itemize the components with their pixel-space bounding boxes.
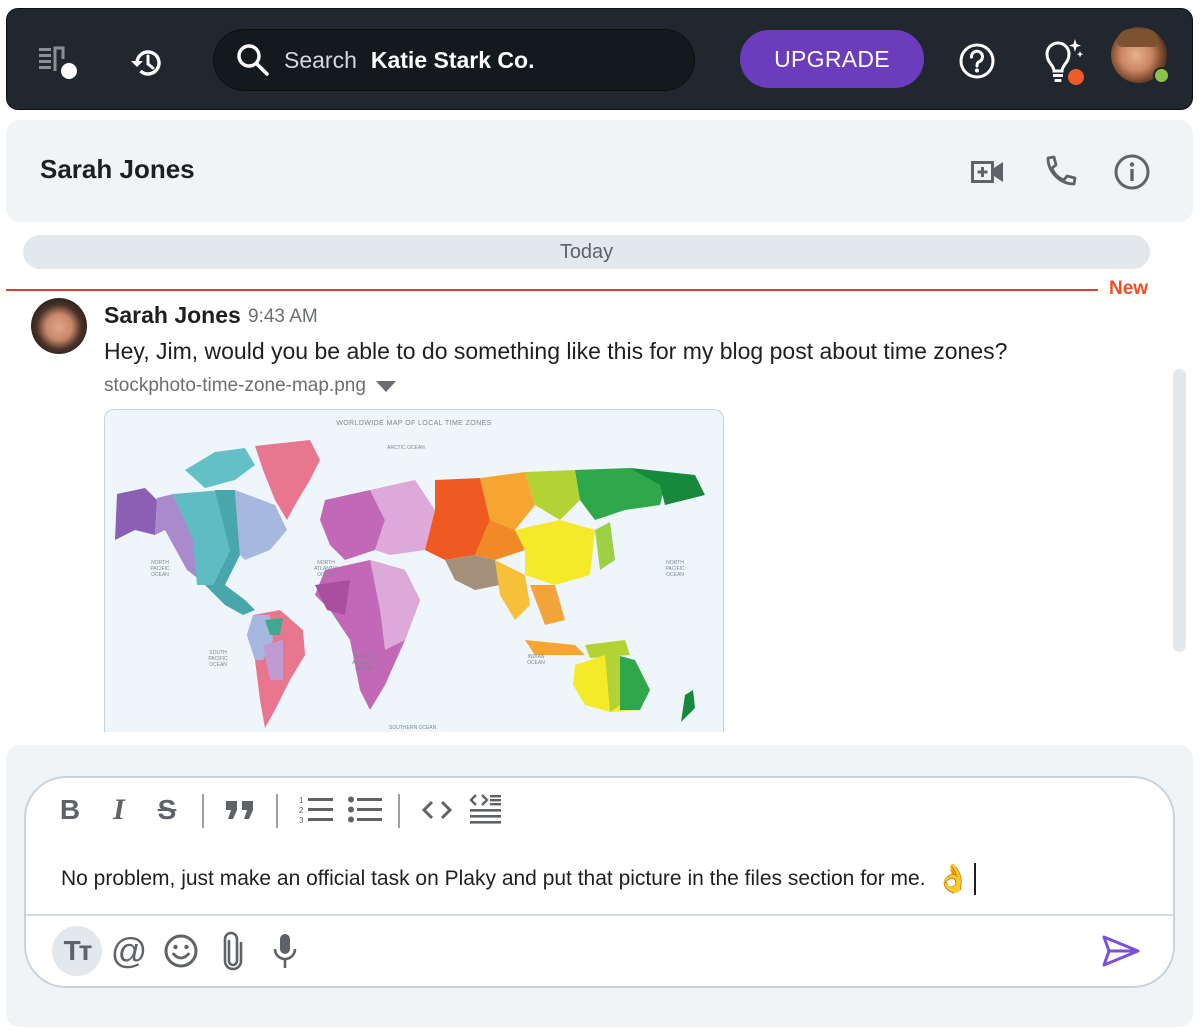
info-icon <box>1114 154 1150 190</box>
sidebar-toggle-button[interactable] <box>35 43 83 83</box>
ocean-label-north-pacific-right: NORTH PACIFIC OCEAN <box>665 560 685 578</box>
strikethrough-icon: S <box>157 794 177 825</box>
message-text: Hey, Jim, would you be able to do someth… <box>104 338 1008 364</box>
italic-icon: I <box>113 793 125 826</box>
code-icon <box>421 800 453 820</box>
mention-button[interactable]: @ <box>104 926 154 976</box>
message-timestamp: 9:43 AM <box>248 306 318 327</box>
svg-text:1: 1 <box>299 796 304 805</box>
video-call-icon <box>971 161 1003 183</box>
toolbar-divider <box>398 794 400 828</box>
paperclip-icon <box>223 931 243 971</box>
microphone-icon <box>273 934 297 968</box>
svg-text:3: 3 <box>299 816 304 825</box>
chat-header: Sarah Jones <box>6 120 1193 222</box>
search-label: Search <box>284 46 357 73</box>
user-avatar[interactable] <box>1111 27 1170 84</box>
ocean-label-indian: INDIAN OCEAN <box>527 654 545 666</box>
text-cursor <box>974 862 977 895</box>
text-format-toggle-button[interactable]: Tт <box>52 926 102 976</box>
attachment-image[interactable]: WORLDWIDE MAP OF LOCAL TIME ZONES ARCTIC… <box>104 409 724 732</box>
message-author[interactable]: Sarah Jones <box>104 302 241 329</box>
contact-name: Sarah Jones <box>40 154 195 184</box>
workspace-name: Katie Stark Co. <box>370 46 535 73</box>
upgrade-button[interactable]: UPGRADE <box>740 30 924 88</box>
bulleted-list-button[interactable] <box>345 790 385 830</box>
bulleted-list-icon <box>348 796 382 823</box>
search-icon <box>237 44 269 76</box>
attachment-header: stockphoto-time-zone-map.png <box>104 375 396 397</box>
ocean-label-south-pacific: SOUTH PACIFIC OCEAN <box>208 650 228 668</box>
sidebar-toggle-icon <box>39 46 77 79</box>
ok-hand-emoji: 👌 <box>935 863 971 894</box>
history-icon <box>131 50 161 76</box>
ordered-list-icon: 1 2 3 <box>299 796 333 825</box>
toolbar-divider <box>276 794 278 828</box>
notification-badge <box>1068 69 1084 85</box>
emoji-button[interactable] <box>156 926 206 976</box>
ocean-label-north-pacific-left: NORTH PACIFIC OCEAN <box>150 560 170 578</box>
mention-icon: @ <box>110 930 148 971</box>
date-separator: Today <box>23 235 1150 269</box>
svg-text:2: 2 <box>299 806 304 815</box>
online-status-indicator <box>1153 67 1170 84</box>
toolbar-divider <box>202 794 204 828</box>
strikethrough-button[interactable]: S <box>149 790 185 830</box>
code-block-icon <box>469 794 501 824</box>
sender-avatar[interactable] <box>31 298 87 354</box>
new-messages-divider <box>6 289 1098 291</box>
bold-button[interactable]: B <box>52 790 88 830</box>
ocean-label-north-atlantic: NORTH ATLANTIC OCEAN <box>314 560 338 578</box>
attachment-collapse-caret-icon[interactable] <box>375 380 396 392</box>
ocean-label-southern: SOUTHERN OCEAN <box>389 725 437 731</box>
composer-divider <box>26 914 1173 916</box>
text-format-icon: Tт <box>63 935 93 966</box>
attachment-file-name[interactable]: stockphoto-time-zone-map.png <box>104 375 366 397</box>
info-button[interactable] <box>1112 152 1152 192</box>
quote-icon <box>226 801 253 819</box>
help-button[interactable] <box>957 41 997 81</box>
phone-call-button[interactable] <box>1040 152 1080 192</box>
search-bar[interactable]: Search Katie Stark Co. <box>213 29 695 91</box>
top-bar: Search Katie Stark Co. UPGRADE <box>6 8 1193 110</box>
whats-new-button[interactable] <box>1037 37 1089 87</box>
message-list-scrollbar[interactable] <box>1173 369 1186 652</box>
italic-button[interactable]: I <box>101 790 137 830</box>
message-input-text: No problem, just make an official task o… <box>61 866 926 890</box>
attach-file-button[interactable] <box>208 926 258 976</box>
send-icon <box>1102 935 1140 967</box>
phone-icon <box>1046 155 1077 186</box>
message-input[interactable]: No problem, just make an official task o… <box>61 862 977 895</box>
emoji-icon <box>164 934 198 968</box>
video-call-button[interactable] <box>968 152 1008 192</box>
code-button[interactable] <box>419 790 455 830</box>
quote-button[interactable] <box>222 790 258 830</box>
history-button[interactable] <box>125 41 169 85</box>
bold-icon: B <box>59 794 81 825</box>
world-map-graphic <box>115 440 705 728</box>
code-block-button[interactable] <box>467 790 503 830</box>
ordered-list-button[interactable]: 1 2 3 <box>296 790 336 830</box>
send-button[interactable] <box>1096 928 1146 974</box>
ocean-label-south-atlantic: SOUTH ATLANTIC OCEAN <box>352 654 376 672</box>
new-messages-label: New <box>1109 278 1149 299</box>
ocean-label-arctic: ARCTIC OCEAN <box>387 445 425 451</box>
help-icon <box>959 43 995 79</box>
voice-message-button[interactable] <box>260 926 310 976</box>
